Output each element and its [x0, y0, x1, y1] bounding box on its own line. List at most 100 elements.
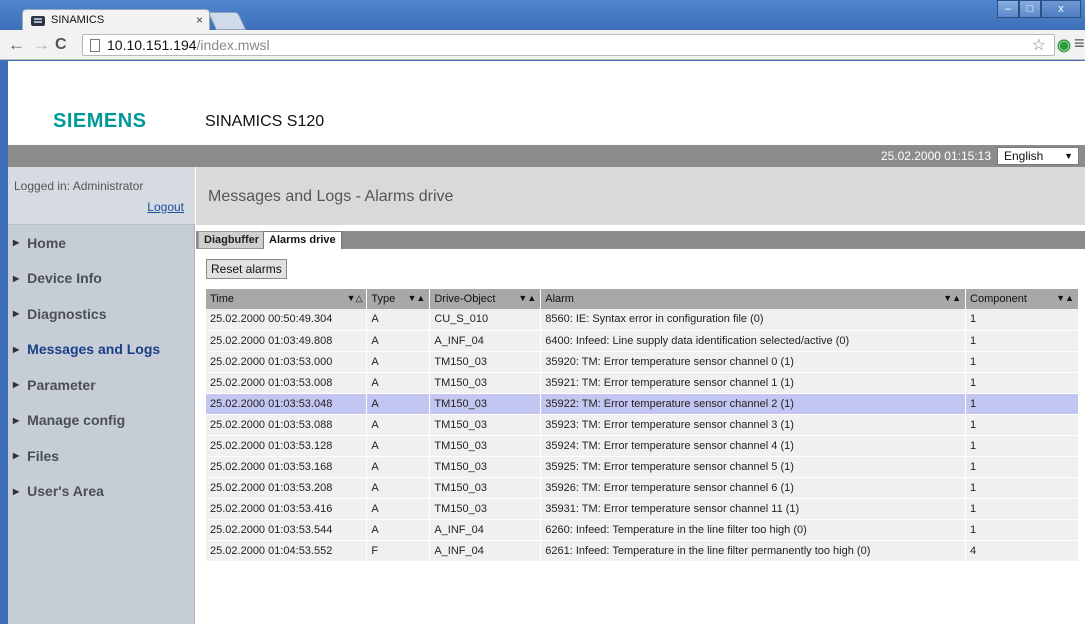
sidebar-item-manage-config[interactable]: ▶ Manage config: [8, 403, 195, 439]
sidebar-item-home[interactable]: ▶ Home: [8, 225, 195, 261]
new-tab-button[interactable]: [207, 12, 247, 30]
triangle-right-icon: ▶: [13, 486, 20, 496]
cell-time: 25.02.2000 01:03:53.416: [206, 498, 368, 520]
nav-list: ▶ Home ▶ Device Info ▶ Diagnostics ▶ Messages a…: [8, 225, 195, 509]
cell-drive-object: TM150_03: [429, 393, 542, 415]
triangle-right-icon: ▶: [13, 238, 20, 248]
logout-link[interactable]: Logout: [147, 200, 184, 214]
cell-drive-object: TM150_03: [429, 372, 542, 394]
cell-type: A: [366, 498, 431, 520]
table-row[interactable]: 25.02.2000 01:03:53.000 A TM150_03 35920: T…: [206, 351, 1079, 373]
cell-alarm: 35920: TM: Error temperature sensor chan…: [540, 351, 967, 373]
table-row[interactable]: 25.02.2000 01:03:53.048 A TM150_03 35922: T…: [206, 393, 1079, 415]
column-header-time[interactable]: Time ▼△: [206, 289, 368, 309]
reset-alarms-button[interactable]: Reset alarms: [206, 259, 287, 279]
tab-title: SINAMICS: [51, 14, 105, 26]
tab-close-icon[interactable]: ×: [196, 13, 203, 27]
sidebar-item-label: Files: [27, 447, 60, 464]
cell-time: 25.02.2000 01:03:53.008: [206, 372, 368, 394]
close-window-button[interactable]: x: [1041, 0, 1081, 18]
minimize-button[interactable]: –: [997, 0, 1019, 18]
product-name: SINAMICS S120: [205, 113, 325, 130]
cell-time: 25.02.2000 01:03:53.128: [206, 435, 368, 457]
sort-icon[interactable]: ▼▲: [408, 293, 426, 303]
cell-alarm: 6261: Infeed: Temperature in the line fi…: [540, 540, 967, 562]
extension-icon[interactable]: ◉: [1057, 35, 1071, 55]
language-select[interactable]: English ▼: [997, 147, 1079, 165]
bookmark-star-icon[interactable]: ☆: [1032, 35, 1046, 55]
sidebar-item-device-info[interactable]: ▶ Device Info: [8, 261, 195, 297]
cell-drive-object: TM150_03: [429, 498, 542, 520]
cell-type: A: [366, 477, 431, 499]
cell-component: 1: [965, 393, 1079, 415]
triangle-right-icon: ▶: [13, 380, 20, 390]
tab-diagbuffer[interactable]: Diagbuffer: [198, 231, 265, 249]
favicon-icon: [31, 16, 45, 26]
sidebar-item-label: Parameter: [27, 376, 96, 393]
cell-drive-object: A_INF_04: [429, 540, 542, 562]
table-header-row: Time ▼△ Type ▼▲ Drive-Object ▼▲ Alarm ▼▲ Com…: [206, 289, 1079, 309]
sort-icon[interactable]: ▼▲: [943, 293, 961, 303]
cell-drive-object: CU_S_010: [429, 309, 542, 331]
page-icon: [90, 39, 100, 52]
maximize-button[interactable]: □: [1019, 0, 1041, 18]
sidebar-item-files[interactable]: ▶ Files: [8, 438, 195, 474]
cell-drive-object: TM150_03: [429, 456, 542, 478]
cell-component: 1: [965, 372, 1079, 394]
cell-alarm: 6400: Infeed: Line supply data identific…: [540, 330, 967, 352]
menu-icon[interactable]: ≡: [1074, 33, 1085, 54]
triangle-right-icon: ▶: [13, 309, 20, 319]
tab-alarms-drive[interactable]: Alarms drive: [263, 231, 342, 249]
dropdown-arrow-icon: ▼: [1064, 151, 1073, 161]
sort-icon[interactable]: ▼△: [347, 293, 363, 304]
cell-type: A: [366, 435, 431, 457]
triangle-right-icon: ▶: [13, 344, 20, 354]
table-row[interactable]: 25.02.2000 00:50:49.304 A CU_S_010 8560: IE…: [206, 309, 1079, 331]
table-row[interactable]: 25.02.2000 01:03:53.416 A TM150_03 35931: T…: [206, 498, 1079, 520]
column-header-component[interactable]: Component ▼▲: [965, 289, 1079, 309]
cell-type: A: [366, 330, 431, 352]
cell-type: A: [366, 372, 431, 394]
table-row[interactable]: 25.02.2000 01:03:49.808 A A_INF_04 6400: In…: [206, 330, 1079, 352]
cell-drive-object: TM150_03: [429, 435, 542, 457]
column-header-alarm[interactable]: Alarm ▼▲: [540, 289, 967, 309]
sidebar-item-diagnostics[interactable]: ▶ Diagnostics: [8, 296, 195, 332]
table-row[interactable]: 25.02.2000 01:03:53.208 A TM150_03 35926: T…: [206, 477, 1079, 499]
forward-arrow-icon[interactable]: →: [33, 35, 50, 55]
table-row[interactable]: 25.02.2000 01:03:53.088 A TM150_03 35923: T…: [206, 414, 1079, 436]
table-row[interactable]: 25.02.2000 01:03:53.168 A TM150_03 35925: T…: [206, 456, 1079, 478]
column-header-type[interactable]: Type ▼▲: [366, 289, 431, 309]
page-title: Messages and Logs - Alarms drive: [208, 188, 454, 205]
sidebar-item-parameter[interactable]: ▶ Parameter: [8, 367, 195, 403]
sort-icon[interactable]: ▼▲: [518, 293, 536, 303]
back-arrow-icon[interactable]: ←: [8, 35, 25, 55]
browser-tab[interactable]: SINAMICS ×: [22, 9, 210, 32]
table-row[interactable]: 25.02.2000 01:04:53.552 F A_INF_04 6261: In…: [206, 540, 1079, 562]
sort-icon[interactable]: ▼▲: [1056, 293, 1074, 303]
cell-drive-object: TM150_03: [429, 477, 542, 499]
window-controls: – □ x: [997, 0, 1081, 20]
cell-time: 25.02.2000 01:03:49.808: [206, 330, 368, 352]
cell-component: 1: [965, 519, 1079, 541]
alarms-table-body: 25.02.2000 00:50:49.304 A CU_S_010 8560: IE…: [206, 309, 1079, 562]
cell-component: 1: [965, 498, 1079, 520]
cell-drive-object: TM150_03: [429, 414, 542, 436]
sidebar-item-user-s-area[interactable]: ▶ User's Area: [8, 474, 195, 510]
cell-component: 1: [965, 477, 1079, 499]
sidebar-item-label: Home: [27, 234, 67, 251]
reload-icon[interactable]: C: [55, 35, 67, 55]
sidebar-item-label: Device Info: [27, 270, 102, 287]
cell-alarm: 35924: TM: Error temperature sensor chan…: [540, 435, 967, 457]
web-page: SIEMENS SINAMICS S120 25.02.2000 01:15:1…: [8, 61, 1085, 624]
sidebar-item-label: User's Area: [27, 483, 104, 500]
table-row[interactable]: 25.02.2000 01:03:53.544 A A_INF_04 6260: In…: [206, 519, 1079, 541]
column-header-drive-object[interactable]: Drive-Object ▼▲: [429, 289, 542, 309]
table-row[interactable]: 25.02.2000 01:03:53.128 A TM150_03 35924: T…: [206, 435, 1079, 457]
address-bar[interactable]: 10.10.151.194/index.mwsl ☆: [82, 34, 1055, 56]
cell-type: A: [366, 351, 431, 373]
table-row[interactable]: 25.02.2000 01:03:53.008 A TM150_03 35921: T…: [206, 372, 1079, 394]
cell-component: 1: [965, 330, 1079, 352]
sidebar-item-messages-and-logs[interactable]: ▶ Messages and Logs: [8, 332, 195, 368]
cell-time: 25.02.2000 01:03:53.048: [206, 393, 368, 415]
cell-type: A: [366, 309, 431, 331]
